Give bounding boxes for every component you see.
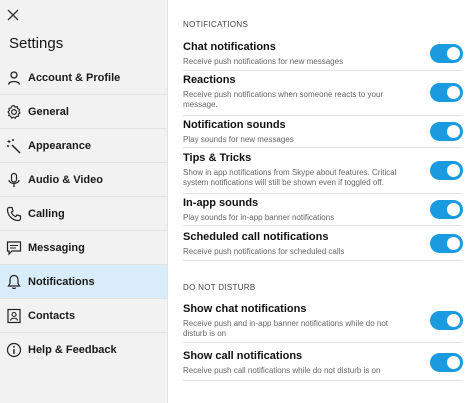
toggle-knob	[447, 86, 460, 99]
sidebar-item-label: Help & Feedback	[28, 344, 117, 356]
sidebar-item-general[interactable]: General	[0, 95, 167, 129]
sidebar-item-appearance[interactable]: Appearance	[0, 129, 167, 163]
toggle-knob	[447, 314, 460, 327]
sidebar-item-label: Account & Profile	[28, 71, 121, 84]
setting-title: Tips & Tricks	[183, 152, 252, 164]
setting-chat-notifications: Chat notifications Receive push notifica…	[183, 41, 463, 71]
person-icon	[6, 70, 22, 86]
toggle-knob	[447, 47, 460, 60]
sidebar-item-calling[interactable]: Calling	[0, 197, 167, 231]
setting-in-app-sounds: In-app sounds Play sounds for in-app ban…	[183, 197, 463, 226]
reactions-toggle[interactable]	[430, 83, 463, 102]
sidebar-item-help-feedback[interactable]: Help & Feedback	[0, 333, 167, 367]
toggle-knob	[447, 164, 460, 177]
setting-description: Receive push call notifications while do…	[183, 366, 381, 375]
sidebar-item-audio-video[interactable]: Audio & Video	[0, 163, 167, 197]
sidebar: Settings Account & Profile General Appea…	[0, 0, 168, 403]
setting-title: Chat notifications	[183, 41, 276, 53]
sidebar-item-contacts[interactable]: Contacts	[0, 299, 167, 333]
toggle-knob	[447, 203, 460, 216]
sidebar-item-messaging[interactable]: Messaging	[0, 231, 167, 265]
sidebar-item-label: Appearance	[28, 139, 91, 152]
setting-title: Show call notifications	[183, 350, 303, 362]
setting-title: Reactions	[183, 74, 236, 86]
sidebar-item-notifications[interactable]: Notifications	[0, 265, 167, 299]
sidebar-item-label: Messaging	[28, 241, 85, 254]
info-icon	[6, 342, 22, 358]
close-icon[interactable]	[6, 8, 20, 22]
setting-title: In-app sounds	[183, 197, 259, 209]
chat-icon	[6, 240, 22, 256]
sidebar-item-label: General	[28, 105, 69, 118]
tips-tricks-toggle[interactable]	[430, 161, 463, 180]
toggle-knob	[447, 237, 460, 250]
setting-scheduled-call-notifications: Scheduled call notifications Receive pus…	[183, 231, 463, 261]
setting-title: Scheduled call notifications	[183, 231, 329, 243]
section-header-notifications: NOTIFICATIONS	[183, 20, 249, 29]
notification-sounds-toggle[interactable]	[430, 122, 463, 141]
setting-description: Receive push notifications for scheduled…	[183, 247, 345, 256]
setting-notification-sounds: Notification sounds Play sounds for new …	[183, 119, 463, 148]
setting-description: Receive push and in-app banner notificat…	[183, 319, 389, 338]
setting-tips-tricks: Tips & Tricks Show in app notifications …	[183, 152, 463, 194]
sidebar-item-label: Calling	[28, 207, 65, 220]
show-chat-notifications-toggle[interactable]	[430, 311, 463, 330]
toggle-knob	[447, 356, 460, 369]
settings-nav: Account & Profile General Appearance Aud…	[0, 61, 167, 367]
setting-title: Notification sounds	[183, 119, 286, 131]
setting-description: Play sounds for new messages	[183, 135, 294, 144]
microphone-icon	[6, 172, 22, 188]
in-app-sounds-toggle[interactable]	[430, 200, 463, 219]
sidebar-item-label: Contacts	[28, 309, 76, 322]
chat-notifications-toggle[interactable]	[430, 44, 463, 63]
setting-description: Show in app notifications from Skype abo…	[183, 168, 397, 187]
setting-reactions: Reactions Receive push notifications whe…	[183, 74, 463, 116]
sidebar-item-account-profile[interactable]: Account & Profile	[0, 61, 167, 95]
section-header-do-not-disturb: DO NOT DISTURB	[183, 283, 256, 292]
setting-show-chat-notifications: Show chat notifications Receive push and…	[183, 303, 463, 343]
setting-show-call-notifications: Show call notifications Receive push cal…	[183, 350, 463, 381]
page-title: Settings	[9, 35, 64, 52]
toggle-knob	[447, 125, 460, 138]
sidebar-item-label: Audio & Video	[28, 173, 103, 186]
notifications-panel: NOTIFICATIONS Chat notifications Receive…	[183, 0, 463, 403]
setting-description: Play sounds for in-app banner notificati…	[183, 213, 335, 222]
bell-icon	[6, 274, 22, 290]
setting-title: Show chat notifications	[183, 303, 307, 315]
setting-description: Receive push notifications for new messa…	[183, 57, 344, 66]
magic-wand-icon	[6, 138, 22, 154]
contact-card-icon	[6, 308, 22, 324]
show-call-notifications-toggle[interactable]	[430, 353, 463, 372]
phone-icon	[6, 206, 22, 222]
sidebar-item-label: Notifications	[28, 275, 95, 288]
scheduled-call-notifications-toggle[interactable]	[430, 234, 463, 253]
setting-description: Receive push notifications when someone …	[183, 90, 384, 109]
gear-icon	[6, 104, 22, 120]
